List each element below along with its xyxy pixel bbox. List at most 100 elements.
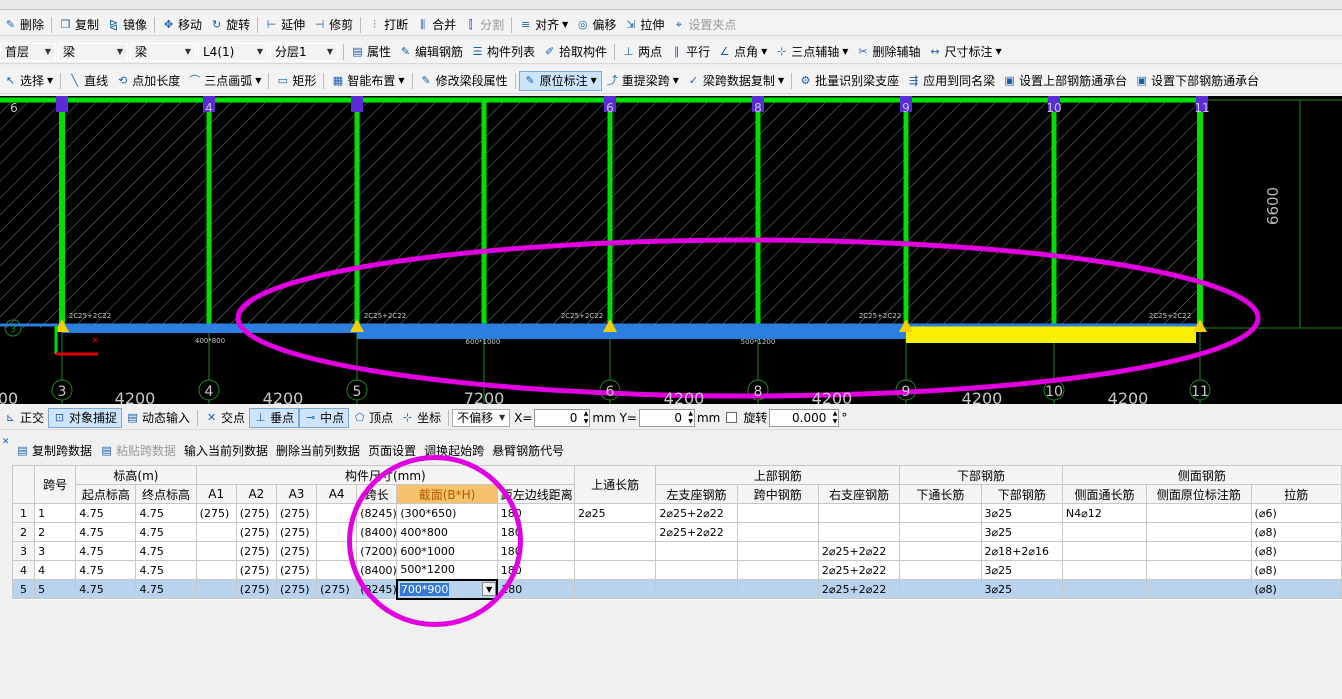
point-angle-button[interactable]: ∠ 点角 ▼: [714, 42, 771, 62]
data-cell[interactable]: (300*650): [396, 503, 498, 523]
cantilever-code-button[interactable]: 悬臂钢筋代号: [488, 440, 568, 460]
data-cell[interactable]: 4.75: [75, 541, 137, 561]
point-length-button[interactable]: ⟲ 点加长度: [112, 71, 184, 91]
data-cell[interactable]: [817, 522, 901, 542]
data-cell[interactable]: [195, 579, 237, 599]
data-cell[interactable]: 2⌀25+2⌀22: [655, 522, 738, 542]
data-cell[interactable]: [195, 560, 237, 580]
apply-same-button[interactable]: ⇶ 应用到同名梁: [903, 71, 999, 91]
data-cell[interactable]: 4.75: [75, 503, 137, 523]
in-situ-button[interactable]: ✎ 原位标注 ▼: [518, 70, 602, 91]
paste-span-button[interactable]: ▤ 粘贴跨数据: [96, 440, 180, 460]
arc-button[interactable]: ⌒ 三点画弧 ▼: [184, 71, 265, 91]
type-select[interactable]: 梁 ▼: [58, 42, 128, 61]
data-cell[interactable]: [736, 522, 819, 542]
merge-button[interactable]: ⫼ 合并: [412, 15, 460, 35]
data-cell[interactable]: 180: [496, 541, 576, 561]
re-pick-span-button[interactable]: ⤴ 重提梁跨 ▼: [602, 71, 683, 91]
data-cell[interactable]: [736, 579, 819, 599]
offset-button[interactable]: ◎ 偏移: [572, 15, 620, 35]
data-cell[interactable]: [655, 560, 738, 580]
data-cell[interactable]: (275): [316, 579, 358, 599]
data-cell[interactable]: [736, 503, 819, 523]
data-cell[interactable]: [899, 503, 982, 523]
modify-span-button[interactable]: ✎ 修改梁段属性: [416, 71, 512, 91]
data-cell[interactable]: (275): [235, 522, 277, 542]
data-cell[interactable]: [736, 560, 819, 580]
input-column-button[interactable]: 输入当前列数据: [180, 440, 272, 460]
data-cell[interactable]: [316, 541, 358, 561]
data-cell[interactable]: [899, 541, 982, 561]
data-cell[interactable]: 4.75: [75, 560, 137, 580]
component-select[interactable]: L4(1) ▼: [198, 42, 268, 61]
table-row[interactable]: 3 3 4.75 4.75 (275) (275) (7200) 600*1000 180 2⌀2…: [11, 541, 1342, 561]
data-cell[interactable]: [574, 560, 657, 580]
data-cell[interactable]: 4.75: [135, 579, 197, 599]
rotate-input[interactable]: 0.000 ▲ ▼: [769, 408, 840, 427]
data-cell[interactable]: (275): [275, 503, 318, 523]
data-cell[interactable]: (275): [275, 560, 318, 580]
data-cell[interactable]: 3⌀25: [980, 560, 1063, 580]
spinner-icon[interactable]: ▲ ▼: [833, 410, 838, 426]
set-pinpoint-button[interactable]: ⌖ 设置夹点: [668, 15, 740, 35]
floor-select[interactable]: 首层 ▼: [0, 42, 56, 61]
split-button[interactable]: ⫿ 分割: [460, 15, 508, 35]
data-cell[interactable]: 3⌀25: [980, 503, 1063, 523]
line-button[interactable]: ╲ 直线: [64, 71, 112, 91]
lower-support-button[interactable]: ▣ 设置下部钢筋通承台: [1131, 71, 1263, 91]
vertex-button[interactable]: ⬠ 顶点: [349, 408, 397, 428]
data-cell[interactable]: (275): [275, 522, 318, 542]
data-cell[interactable]: [316, 560, 358, 580]
data-cell[interactable]: (275): [275, 579, 318, 599]
data-cell[interactable]: (8245): [356, 579, 398, 599]
data-cell[interactable]: 2⌀25+2⌀22: [817, 541, 901, 561]
data-cell[interactable]: [316, 503, 358, 523]
data-cell[interactable]: (⌀8): [1250, 522, 1342, 542]
pick-component-button[interactable]: ✐ 拾取构件: [539, 42, 611, 62]
table-row[interactable]: 2 2 4.75 4.75 (275) (275) (8400) 400*800 180 2⌀25…: [11, 522, 1342, 542]
three-point-axis-button[interactable]: ⊹ 三点辅轴 ▼: [771, 42, 852, 62]
copy-span-button[interactable]: ▤ 复制跨数据: [12, 440, 96, 460]
data-cell[interactable]: 400*800: [396, 522, 498, 542]
data-cell[interactable]: 4.75: [75, 522, 137, 542]
data-cell[interactable]: 4.75: [75, 579, 137, 599]
data-cell[interactable]: 4.75: [135, 503, 197, 523]
data-cell[interactable]: 600*1000: [396, 541, 498, 561]
properties-button[interactable]: ▤ 属性: [347, 42, 395, 62]
data-cell[interactable]: [899, 560, 982, 580]
align-button[interactable]: ≡ 对齐 ▼: [515, 15, 572, 35]
upper-support-button[interactable]: ▣ 设置上部钢筋通承台: [999, 71, 1131, 91]
move-button[interactable]: ✥ 移动: [158, 15, 206, 35]
data-cell[interactable]: (275): [275, 541, 318, 561]
copy-button[interactable]: ❐ 复制: [55, 15, 103, 35]
subtype-select[interactable]: 梁 ▼: [130, 42, 196, 61]
data-cell[interactable]: 2⌀25: [574, 503, 657, 523]
data-cell[interactable]: (7200): [356, 541, 398, 561]
spinner-icon[interactable]: ▲ ▼: [688, 410, 693, 426]
data-cell[interactable]: [1061, 560, 1148, 580]
data-cell[interactable]: 2⌀18+2⌀16: [980, 541, 1063, 561]
offset-mode-select[interactable]: 不偏移 ▼: [452, 408, 511, 427]
data-cell[interactable]: [1061, 522, 1148, 542]
data-cell[interactable]: [1146, 541, 1252, 561]
data-cell[interactable]: 4.75: [135, 560, 197, 580]
data-cell[interactable]: (⌀6): [1250, 503, 1342, 523]
data-cell[interactable]: (275): [235, 503, 277, 523]
data-cell[interactable]: N4⌀12: [1061, 503, 1148, 523]
data-cell[interactable]: (275): [235, 560, 277, 580]
x-input[interactable]: 0 ▲ ▼: [534, 408, 591, 427]
data-cell[interactable]: 4.75: [135, 522, 197, 542]
data-cell[interactable]: [1146, 522, 1252, 542]
parallel-button[interactable]: ∥ 平行: [666, 42, 714, 62]
data-cell[interactable]: [1146, 560, 1252, 580]
dynamic-input-button[interactable]: ▤ 动态输入: [122, 408, 194, 428]
data-cell[interactable]: 4.75: [135, 541, 197, 561]
data-cell[interactable]: 3⌀25: [980, 579, 1063, 599]
swap-start-button[interactable]: 调换起始跨: [420, 440, 488, 460]
trim-button[interactable]: ⊣ 修剪: [309, 15, 357, 35]
y-input[interactable]: 0 ▲ ▼: [638, 408, 695, 427]
data-cell[interactable]: 180: [496, 503, 576, 523]
data-cell[interactable]: (8245): [356, 503, 398, 523]
data-cell[interactable]: [1061, 579, 1148, 599]
spinner-icon[interactable]: ▲ ▼: [584, 410, 589, 426]
